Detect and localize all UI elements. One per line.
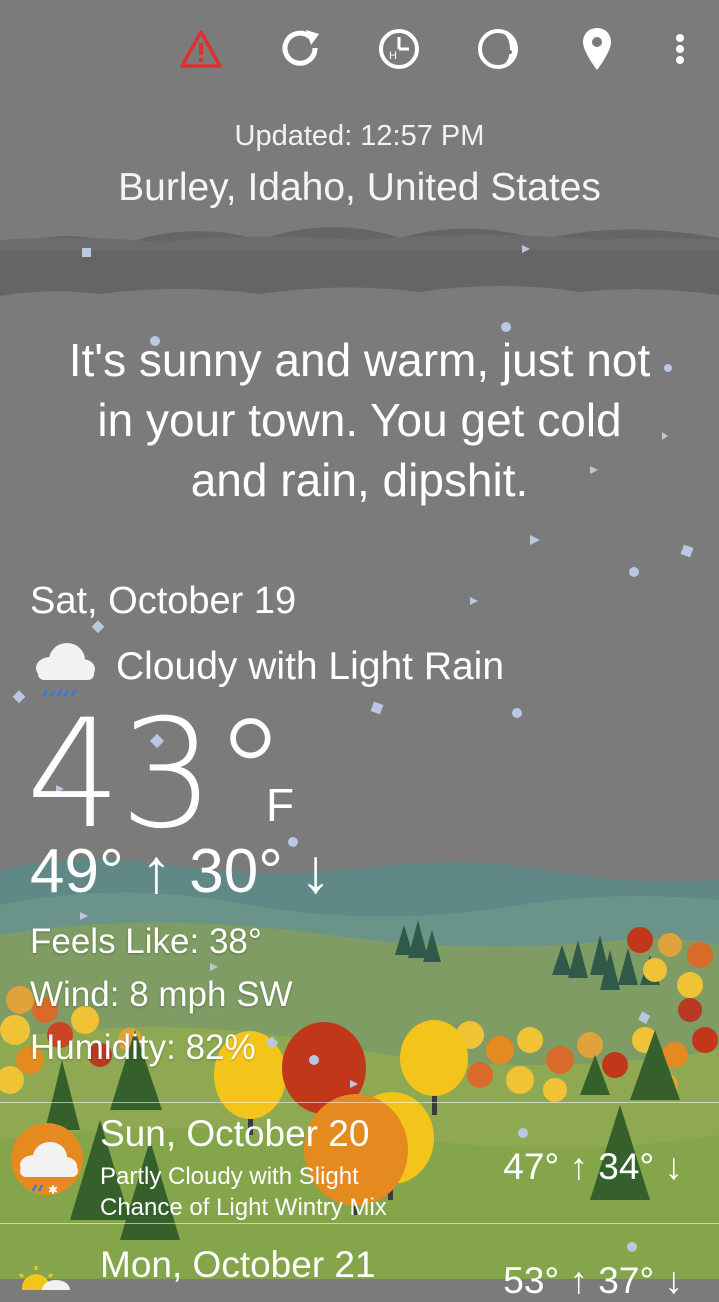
location-pin-icon[interactable] (574, 26, 620, 72)
partly-cloudy-wintry-mix-icon: ✱ (10, 1121, 84, 1197)
current-date: Sat, October 19 (30, 580, 297, 622)
updated-time: Updated: 12:57 PM (234, 120, 485, 152)
forecast-high-low: 53° ↑ 37° ↓ (503, 1260, 683, 1301)
svg-text:H: H (389, 50, 397, 62)
forecast-row[interactable]: ✱ Sun, October 20 Partly Cloudy with Sli… (0, 1102, 719, 1223)
location-name[interactable]: Burley, Idaho, United States (0, 166, 719, 210)
forecast-day: Mon, October 21 (100, 1244, 376, 1285)
forecast-row[interactable]: Mon, October 21 53° ↑ 37° ↓ (0, 1223, 719, 1302)
snark-line: and rain, dipshit. (190, 454, 529, 506)
current-temperature: 43° (26, 688, 288, 862)
forecast-day: Sun, October 20 (100, 1113, 370, 1154)
svg-text:✱: ✱ (48, 1183, 58, 1197)
snarky-message: It's sunny and warm, just not in your to… (20, 330, 699, 510)
condition-text: Cloudy with Light Rain (116, 645, 505, 688)
high-low-temperature: 49° ↑ 30° ↓ (30, 837, 332, 906)
history-icon[interactable]: H (376, 26, 422, 72)
snark-line: It's sunny and warm, just not (68, 334, 651, 386)
humidity: Humidity: 82% (30, 1028, 256, 1067)
forecast-high-low: 47° ↑ 34° ↓ (503, 1146, 683, 1187)
feels-like: Feels Like: 38° (30, 922, 262, 961)
moon-phase-icon[interactable] (475, 26, 521, 72)
overflow-menu-icon[interactable] (657, 26, 703, 72)
wind: Wind: 8 mph SW (30, 975, 293, 1014)
forecast-desc-line: Chance of Light Wintry Mix (100, 1194, 387, 1221)
refresh-icon[interactable] (277, 26, 323, 72)
alert-icon[interactable] (178, 26, 224, 72)
forecast-desc-line: Partly Cloudy with Slight (100, 1163, 359, 1190)
top-toolbar: H (0, 0, 719, 100)
forecast-description: Partly Cloudy with Slight Chance of Ligh… (100, 1161, 387, 1223)
partly-sunny-icon (10, 1250, 84, 1302)
temperature-unit[interactable]: F (266, 778, 294, 832)
snark-line: in your town. You get cold (97, 394, 622, 446)
